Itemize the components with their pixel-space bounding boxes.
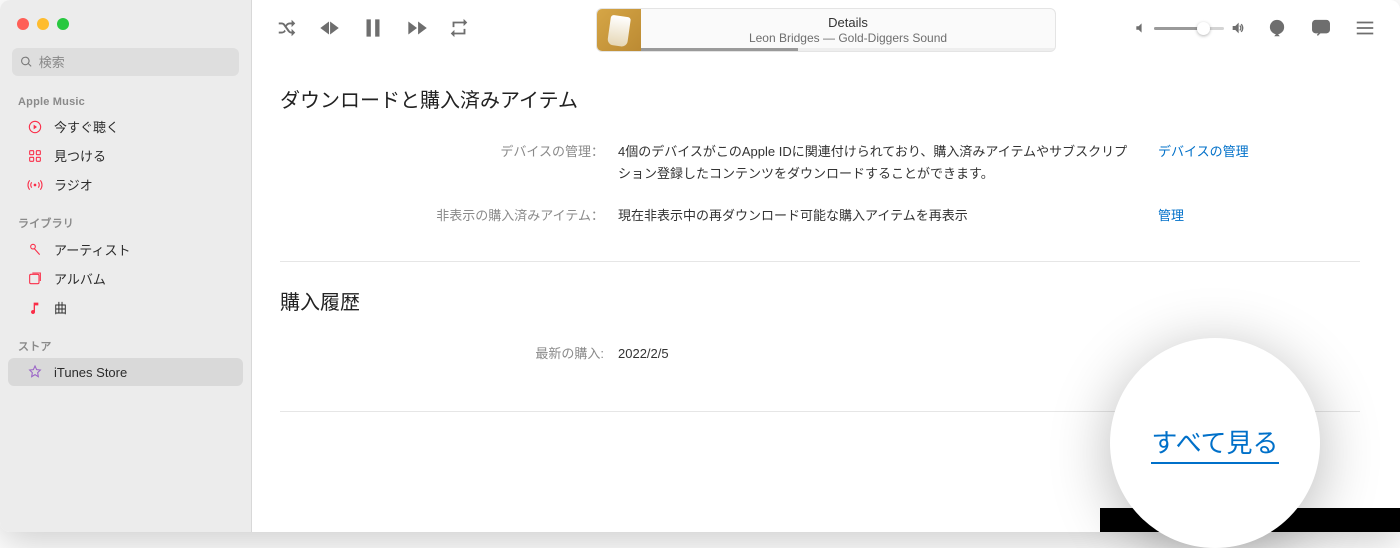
row-device-management: デバイスの管理： 4個のデバイスがこのApple IDに関連付けられており、購入… — [280, 135, 1360, 191]
row-value: 4個のデバイスがこのApple IDに関連付けられており、購入済みアイテムやサブ… — [618, 141, 1138, 185]
sidebar-item-songs[interactable]: 曲 — [8, 293, 243, 322]
sidebar-item-label: 見つける — [54, 146, 106, 165]
sidebar-item-itunes-store[interactable]: iTunes Store — [8, 358, 243, 386]
sidebar-item-artists[interactable]: アーティスト — [8, 235, 243, 264]
callout-magnifier: すべて見る — [1110, 338, 1320, 548]
sidebar-item-browse[interactable]: 見つける — [8, 141, 243, 170]
row-hidden-purchases: 非表示の購入済みアイテム： 現在非表示中の再ダウンロード可能な購入アイテムを再表… — [280, 199, 1360, 233]
progress-bar[interactable] — [641, 48, 1055, 51]
row-label: 非表示の購入済みアイテム： — [280, 205, 618, 227]
sidebar-item-label: アルバム — [54, 269, 106, 288]
sidebar-item-listen-now[interactable]: 今すぐ聴く — [8, 112, 243, 141]
next-button[interactable] — [402, 13, 432, 43]
divider — [280, 261, 1360, 262]
note-icon — [26, 299, 44, 317]
sidebar-item-label: 今すぐ聴く — [54, 117, 119, 136]
mic-icon — [26, 241, 44, 259]
volume-thumb[interactable] — [1197, 22, 1210, 35]
toolbar-right — [1134, 15, 1378, 41]
progress-fill — [641, 48, 798, 51]
sidebar-item-label: 曲 — [54, 298, 67, 317]
volume-high-icon — [1230, 20, 1246, 36]
window-controls — [0, 12, 251, 48]
search-container — [0, 48, 251, 90]
volume-slider[interactable] — [1154, 27, 1224, 30]
sidebar-section-library: ライブラリ — [0, 209, 251, 235]
search-icon — [20, 55, 33, 69]
search-field[interactable] — [12, 48, 239, 76]
sidebar-item-albums[interactable]: アルバム — [8, 264, 243, 293]
toolbar: Details Leon Bridges — Gold-Diggers Soun… — [252, 0, 1400, 56]
sidebar-item-label: iTunes Store — [54, 365, 127, 380]
manage-hidden-link[interactable]: 管理 — [1158, 205, 1184, 224]
play-circle-icon — [26, 118, 44, 136]
row-value: 現在非表示中の再ダウンロード可能な購入アイテムを再表示 — [618, 205, 1138, 227]
lyrics-button[interactable] — [1308, 15, 1334, 41]
minimize-button[interactable] — [37, 18, 49, 30]
volume-fill — [1154, 27, 1202, 30]
volume-control[interactable] — [1134, 20, 1246, 36]
see-all-link[interactable]: すべて見る — [1151, 423, 1278, 464]
row-label: デバイスの管理： — [280, 141, 618, 163]
now-playing-subtitle: Leon Bridges — Gold-Diggers Sound — [641, 31, 1055, 45]
volume-low-icon — [1134, 21, 1148, 35]
broadcast-icon — [26, 176, 44, 194]
star-icon — [26, 363, 44, 381]
previous-button[interactable] — [314, 13, 344, 43]
album-art — [597, 8, 641, 52]
sidebar-section-apple-music: Apple Music — [0, 90, 251, 112]
shuffle-button[interactable] — [274, 15, 300, 41]
sidebar: Apple Music 今すぐ聴く 見つける ラジオ ライブラリ アー — [0, 0, 252, 532]
close-button[interactable] — [17, 18, 29, 30]
sidebar-section-store: ストア — [0, 332, 251, 358]
album-icon — [26, 270, 44, 288]
repeat-button[interactable] — [446, 15, 472, 41]
now-playing-title: Details — [641, 15, 1055, 31]
grid-icon — [26, 147, 44, 165]
sidebar-item-radio[interactable]: ラジオ — [8, 170, 243, 199]
maximize-button[interactable] — [57, 18, 69, 30]
now-playing-text: Details Leon Bridges — Gold-Diggers Soun… — [641, 15, 1055, 45]
manage-devices-link[interactable]: デバイスの管理 — [1158, 141, 1249, 160]
pause-button[interactable] — [358, 13, 388, 43]
sidebar-item-label: アーティスト — [54, 240, 130, 259]
playback-controls — [274, 13, 472, 43]
queue-button[interactable] — [1352, 15, 1378, 41]
now-playing[interactable]: Details Leon Bridges — Gold-Diggers Soun… — [596, 8, 1056, 52]
row-value: 2022/2/5 — [618, 343, 1138, 365]
section-title-downloads: ダウンロードと購入済みアイテム — [280, 84, 1360, 113]
section-title-history: 購入履歴 — [280, 286, 1360, 315]
row-label: 最新の購入: — [280, 343, 618, 365]
search-input[interactable] — [39, 55, 231, 70]
airplay-button[interactable] — [1264, 15, 1290, 41]
sidebar-item-label: ラジオ — [54, 175, 93, 194]
